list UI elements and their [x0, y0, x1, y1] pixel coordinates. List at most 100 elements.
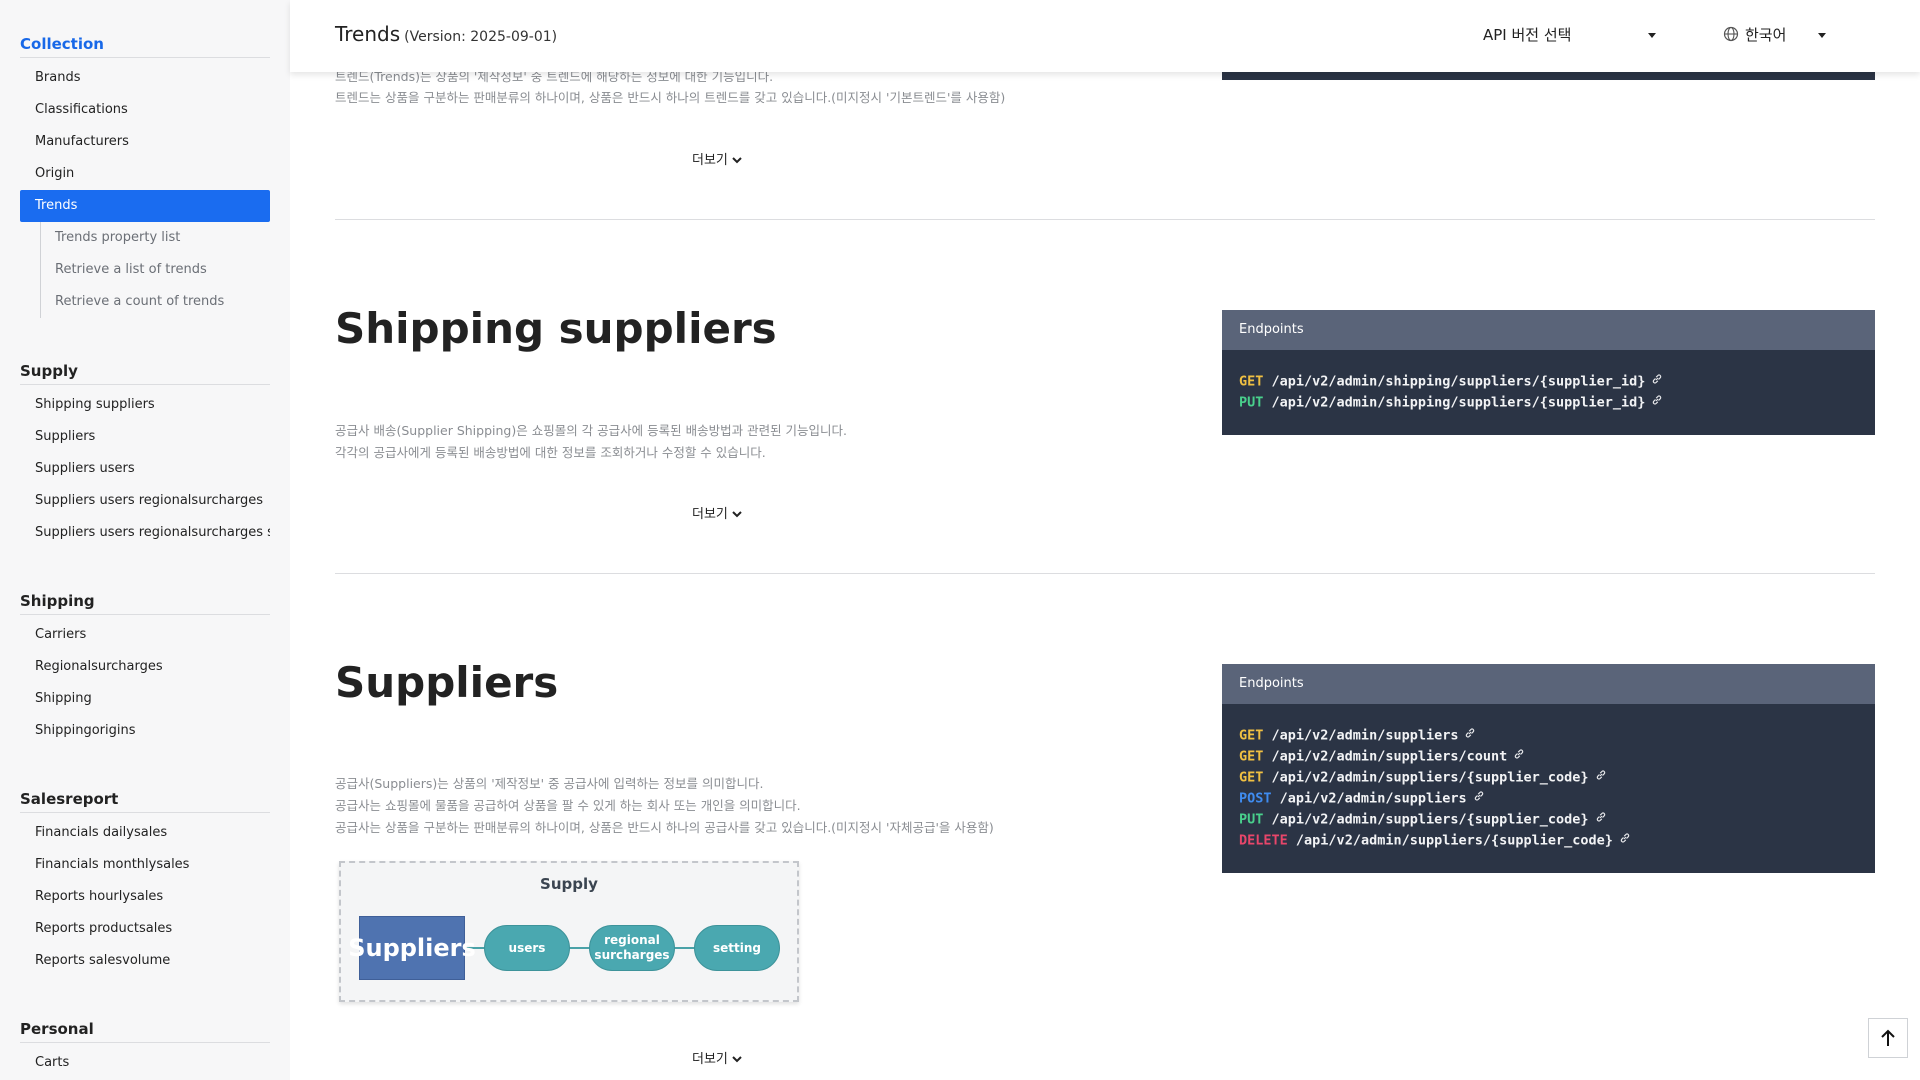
sidebar-submenu-trends: Trends property list Retrieve a list of …	[40, 222, 270, 318]
sidebar-item-financials-monthlysales[interactable]: Financials monthlysales	[20, 849, 270, 881]
shipping-suppliers-description-line: 공급사 배송(Supplier Shipping)은 쇼핑몰의 각 공급사에 등…	[335, 423, 848, 438]
sidebar-item-classifications[interactable]: Classifications	[20, 94, 270, 126]
top-header: Trends (Version: 2025-09-01) API 버전 선택 한국…	[290, 0, 1920, 72]
link-icon[interactable]	[1473, 788, 1485, 809]
scroll-to-top-button[interactable]	[1868, 1018, 1908, 1058]
trends-more-button[interactable]: 더보기	[692, 149, 742, 168]
diagram-node-setting: setting	[694, 925, 780, 971]
sidebar-group-personal: Personal Carts	[0, 1015, 290, 1079]
endpoint-method: GET	[1239, 727, 1264, 744]
sidebar-item-shipping-suppliers[interactable]: Shipping suppliers	[20, 389, 270, 421]
endpoint-path: /api/v2/admin/shipping/suppliers/{suppli…	[1271, 373, 1646, 390]
link-icon[interactable]	[1651, 392, 1663, 413]
chevron-down-icon	[732, 1056, 742, 1063]
sidebar-heading-shipping[interactable]: Shipping	[20, 587, 270, 615]
sidebar-item-manufacturers[interactable]: Manufacturers	[20, 126, 270, 158]
sidebar-item-origin[interactable]: Origin	[20, 158, 270, 190]
chevron-down-icon[interactable]	[1818, 33, 1826, 38]
sidebar-heading-supply[interactable]: Supply	[20, 357, 270, 385]
sidebar-item-regionalsurcharges[interactable]: Regionalsurcharges	[20, 651, 270, 683]
chevron-down-icon[interactable]	[1648, 33, 1656, 38]
endpoint-row[interactable]: GET /api/v2/admin/suppliers	[1239, 725, 1858, 746]
endpoint-row[interactable]: GET /api/v2/admin/suppliers/count	[1239, 746, 1858, 767]
link-icon[interactable]	[1595, 809, 1607, 830]
section-divider	[335, 219, 1875, 220]
suppliers-description-line: 공급사는 쇼핑몰에 물품을 공급하여 상품을 팔 수 있게 하는 회사 또는 개…	[335, 798, 801, 813]
sidebar-group-collection: Collection Brands Classifications Manufa…	[0, 30, 290, 318]
version-label: (Version: 2025-09-01)	[404, 29, 558, 45]
section-divider	[335, 573, 1875, 574]
endpoint-row[interactable]: GET /api/v2/admin/shipping/suppliers/{su…	[1239, 371, 1858, 392]
supply-diagram: Supply Suppliers users regional surcharg…	[339, 861, 799, 1002]
sidebar-heading-salesreport[interactable]: Salesreport	[20, 785, 270, 813]
endpoint-row[interactable]: PUT /api/v2/admin/shipping/suppliers/{su…	[1239, 392, 1858, 413]
diagram-node-suppliers: Suppliers	[348, 916, 476, 980]
endpoint-path: /api/v2/admin/suppliers/{supplier_code}	[1295, 832, 1613, 849]
endpoint-path: /api/v2/admin/shipping/suppliers/{suppli…	[1271, 394, 1646, 411]
more-label: 더보기	[692, 507, 728, 522]
sidebar-item-suppliers-users-regionalsurcharges-setting[interactable]: Suppliers users regionalsurcharges setti…	[20, 517, 270, 549]
link-icon[interactable]	[1595, 767, 1607, 788]
sidebar-item-suppliers[interactable]: Suppliers	[20, 421, 270, 453]
endpoint-path: /api/v2/admin/suppliers/count	[1271, 748, 1508, 765]
sidebar-heading-collection[interactable]: Collection	[20, 30, 270, 58]
endpoint-path: /api/v2/admin/suppliers/{supplier_code}	[1271, 769, 1589, 786]
trends-endpoints-box-bottom	[1222, 72, 1875, 80]
endpoint-method: GET	[1239, 748, 1264, 765]
endpoint-path: /api/v2/admin/suppliers/{supplier_code}	[1271, 811, 1589, 828]
sidebar-subitem-retrieve-list-of-trends[interactable]: Retrieve a list of trends	[41, 254, 270, 286]
more-label: 더보기	[692, 1052, 728, 1067]
sidebar-subitem-retrieve-count-of-trends[interactable]: Retrieve a count of trends	[41, 286, 270, 318]
endpoints-list: GET /api/v2/admin/suppliers GET /api/v2/…	[1222, 704, 1875, 861]
endpoints-header: Endpoints	[1222, 310, 1875, 350]
suppliers-description-line: 공급사는 상품을 구분하는 판매분류의 하나이며, 상품은 반드시 하나의 공급…	[335, 820, 994, 835]
endpoint-method: POST	[1239, 790, 1272, 807]
link-icon[interactable]	[1619, 830, 1631, 851]
sidebar-subitem-trends-property-list[interactable]: Trends property list	[41, 222, 270, 254]
page-title: Trends (Version: 2025-09-01)	[335, 22, 557, 46]
chevron-down-icon	[732, 511, 742, 518]
sidebar-item-suppliers-users[interactable]: Suppliers users	[20, 453, 270, 485]
arrow-up-icon	[1881, 1029, 1895, 1046]
sidebar-item-financials-dailysales[interactable]: Financials dailysales	[20, 817, 270, 849]
sidebar-group-shipping: Shipping Carriers Regionalsurcharges Shi…	[0, 587, 290, 747]
endpoint-row[interactable]: GET /api/v2/admin/suppliers/{supplier_co…	[1239, 767, 1858, 788]
shipping-suppliers-title: Shipping suppliers	[335, 304, 777, 353]
link-icon[interactable]	[1513, 746, 1525, 767]
sidebar-item-carriers[interactable]: Carriers	[20, 619, 270, 651]
sidebar-item-brands[interactable]: Brands	[20, 62, 270, 94]
sidebar-item-carts[interactable]: Carts	[20, 1047, 270, 1079]
suppliers-endpoints-box: Endpoints GET /api/v2/admin/suppliers GE…	[1222, 664, 1875, 873]
endpoint-method: GET	[1239, 769, 1264, 786]
suppliers-description-line: 공급사(Suppliers)는 상품의 '제작정보' 중 공급사에 입력하는 정…	[335, 776, 764, 791]
trends-description-line: 트렌드는 상품을 구분하는 판매분류의 하나이며, 상품은 반드시 하나의 트렌…	[335, 90, 1006, 105]
sidebar-item-reports-salesvolume[interactable]: Reports salesvolume	[20, 945, 270, 977]
suppliers-more-button[interactable]: 더보기	[692, 1048, 742, 1067]
sidebar-item-suppliers-users-regionalsurcharges[interactable]: Suppliers users regionalsurcharges	[20, 485, 270, 517]
diagram-node-regional-surcharges: regional surcharges	[589, 925, 675, 971]
suppliers-title: Suppliers	[335, 658, 559, 707]
language-select[interactable]: 한국어	[1745, 24, 1786, 45]
endpoint-row[interactable]: PUT /api/v2/admin/suppliers/{supplier_co…	[1239, 809, 1858, 830]
endpoint-method: PUT	[1239, 394, 1264, 411]
link-icon[interactable]	[1464, 725, 1476, 746]
sidebar-group-supply: Supply Shipping suppliers Suppliers Supp…	[0, 357, 290, 549]
sidebar-item-reports-hourlysales[interactable]: Reports hourlysales	[20, 881, 270, 913]
endpoints-list: GET /api/v2/admin/shipping/suppliers/{su…	[1222, 350, 1875, 423]
endpoint-path: /api/v2/admin/suppliers	[1279, 790, 1467, 807]
shipping-suppliers-more-button[interactable]: 더보기	[692, 503, 742, 522]
sidebar-item-shipping[interactable]: Shipping	[20, 683, 270, 715]
api-version-select[interactable]: API 버전 선택	[1483, 24, 1571, 45]
link-icon[interactable]	[1651, 371, 1663, 392]
endpoint-row[interactable]: POST /api/v2/admin/suppliers	[1239, 788, 1858, 809]
sidebar-item-reports-productsales[interactable]: Reports productsales	[20, 913, 270, 945]
endpoint-method: GET	[1239, 373, 1264, 390]
diagram-title: Supply	[540, 875, 598, 893]
endpoint-row[interactable]: DELETE /api/v2/admin/suppliers/{supplier…	[1239, 830, 1858, 851]
more-label: 더보기	[692, 153, 728, 168]
sidebar-item-shippingorigins[interactable]: Shippingorigins	[20, 715, 270, 747]
sidebar-item-trends[interactable]: Trends	[20, 190, 270, 222]
sidebar-heading-personal[interactable]: Personal	[20, 1015, 270, 1043]
chevron-down-icon	[732, 157, 742, 164]
sidebar-group-salesreport: Salesreport Financials dailysales Financ…	[0, 785, 290, 977]
